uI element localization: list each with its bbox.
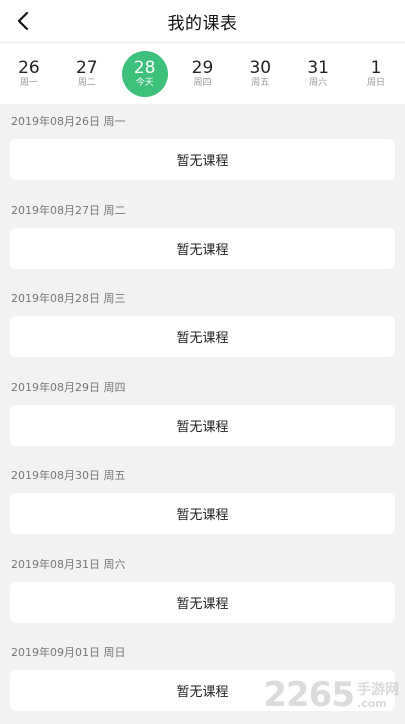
date-item-27[interactable]: 27 周二 — [64, 51, 110, 97]
schedule-day: 2019年08月30日 周五 暂无课程 — [0, 458, 405, 547]
date-item-28-today[interactable]: 28 今天 — [122, 51, 168, 97]
day-date-label: 2019年08月28日 周三 — [10, 281, 395, 316]
day-date-label: 2019年08月31日 周六 — [10, 547, 395, 582]
day-course-card[interactable]: 暂无课程 — [10, 139, 395, 180]
site-watermark: 2265 手游网 .com — [263, 678, 399, 712]
date-number: 28 — [134, 59, 156, 77]
date-number: 30 — [249, 59, 271, 77]
day-course-card[interactable]: 暂无课程 — [10, 316, 395, 357]
date-selector: 26 周一 27 周二 28 今天 29 周四 30 周五 31 周六 1 周日 — [0, 42, 405, 104]
day-date-label: 2019年09月01日 周日 — [10, 635, 395, 670]
schedule-day: 2019年08月31日 周六 暂无课程 — [0, 547, 405, 636]
top-bar: 我的课表 — [0, 0, 405, 42]
page-title: 我的课表 — [168, 9, 238, 34]
schedule-day: 2019年08月29日 周四 暂无课程 — [0, 370, 405, 459]
schedule-day: 2019年08月28日 周三 暂无课程 — [0, 281, 405, 370]
date-number: 29 — [192, 59, 214, 77]
date-item-26[interactable]: 26 周一 — [6, 51, 52, 97]
schedule-list[interactable]: 2019年08月26日 周一 暂无课程 2019年08月27日 周二 暂无课程 … — [0, 104, 405, 724]
date-weekday: 今天 — [136, 78, 154, 89]
date-number: 26 — [18, 59, 40, 77]
back-button[interactable] — [8, 6, 38, 36]
day-course-card[interactable]: 暂无课程 — [10, 228, 395, 269]
date-weekday: 周一 — [20, 78, 38, 89]
date-number: 27 — [76, 59, 98, 77]
date-item-1[interactable]: 1 周日 — [353, 51, 399, 97]
date-number: 31 — [307, 59, 329, 77]
watermark-cn: 手游网 — [357, 683, 399, 698]
watermark-side: 手游网 .com — [357, 683, 399, 710]
day-course-card[interactable]: 暂无课程 — [10, 582, 395, 623]
watermark-com: .com — [357, 698, 387, 710]
chevron-left-icon — [16, 11, 30, 31]
watermark-number: 2265 — [263, 678, 354, 712]
day-date-label: 2019年08月29日 周四 — [10, 370, 395, 405]
date-weekday: 周日 — [367, 78, 385, 89]
schedule-day: 2019年08月26日 周一 暂无课程 — [0, 104, 405, 193]
date-item-30[interactable]: 30 周五 — [237, 51, 283, 97]
day-date-label: 2019年08月30日 周五 — [10, 458, 395, 493]
date-item-29[interactable]: 29 周四 — [179, 51, 225, 97]
date-item-31[interactable]: 31 周六 — [295, 51, 341, 97]
date-weekday: 周四 — [193, 78, 211, 89]
day-date-label: 2019年08月27日 周二 — [10, 193, 395, 228]
date-weekday: 周二 — [78, 78, 96, 89]
date-weekday: 周五 — [251, 78, 269, 89]
day-course-card[interactable]: 暂无课程 — [10, 493, 395, 534]
date-weekday: 周六 — [309, 78, 327, 89]
date-number: 1 — [371, 59, 382, 77]
schedule-day: 2019年08月27日 周二 暂无课程 — [0, 193, 405, 282]
day-date-label: 2019年08月26日 周一 — [10, 104, 395, 139]
day-course-card[interactable]: 暂无课程 — [10, 405, 395, 446]
